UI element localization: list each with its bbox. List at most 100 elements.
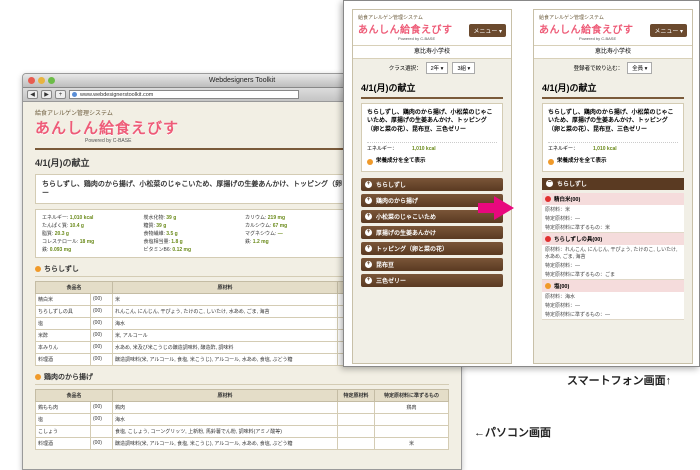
grade-select[interactable]: 2年 ▾ xyxy=(425,62,449,74)
nutrition-item: ビタミンB6: 0.12 mg xyxy=(144,246,240,253)
table-cell: 塩 xyxy=(35,317,91,331)
dish-button[interactable]: + トッピング（卵と菜の花） xyxy=(361,241,503,255)
nutrition-item: 食塩相当量: 1.8 g xyxy=(144,238,240,245)
minus-icon: − xyxy=(546,179,553,188)
table-cell: 水あめ, 米及び米こうじの醸造調味料, 醸造酢, 調味料 xyxy=(112,341,338,355)
logo-tagline: 給食アレルゲン管理システム xyxy=(539,15,604,21)
section-title: ちらしずし xyxy=(44,266,79,274)
section-header[interactable]: 鶏肉のから揚げ xyxy=(35,372,449,386)
table-cell: 塩 xyxy=(35,413,91,427)
nutrition-label: マグネシウム: xyxy=(245,231,278,238)
menu-button[interactable]: メニュー ▾ xyxy=(469,24,506,37)
nutrition-label: たんぱく質: xyxy=(42,223,70,230)
menu-summary: ちらしずし、鶏肉のから揚げ、小松菜のじゃこいため、厚揚げの生姜あんかけ、トッピン… xyxy=(367,110,493,133)
table-cell: 鶏もも肉 xyxy=(35,401,91,415)
table-cell xyxy=(336,401,375,415)
table-cell: 精白米 xyxy=(35,293,91,307)
plus-icon: + xyxy=(365,196,372,204)
filter-select[interactable]: 全員 ▾ xyxy=(627,62,653,74)
ingredient-name: 塩(00) xyxy=(554,283,570,290)
ingredient-material: 原材料：米 xyxy=(545,206,571,213)
nutrition-item: 食物繊維: 3.5 g xyxy=(144,230,240,237)
window-controls[interactable] xyxy=(28,77,55,84)
nutrition-label: 食物繊維: xyxy=(143,231,167,238)
dish-label: ちらしずし xyxy=(557,182,587,189)
url-input[interactable]: www.webdesignerstoolkit.com xyxy=(69,90,299,99)
school-name: 恵比寿小学校 xyxy=(353,46,511,59)
nutrition-label: ビタミンB6: xyxy=(143,247,173,254)
filter-selector: 登録者で絞り込む： 全員 ▾ xyxy=(534,59,692,77)
minimize-icon[interactable] xyxy=(38,77,45,84)
show-nutrition-label: 栄養成分を全て表示 xyxy=(376,158,426,165)
table-cell: (00) xyxy=(90,341,113,355)
plus-icon: + xyxy=(365,228,372,236)
nutrition-value: 39 g xyxy=(166,215,177,222)
plus-icon: + xyxy=(365,260,372,268)
energy-label: エネルギー： xyxy=(367,146,398,153)
dish-label: ちらしずし xyxy=(376,182,406,189)
bullet-icon xyxy=(367,159,373,166)
nutrition-item: 糖質: 39 g xyxy=(144,222,240,229)
table-cell: (00) xyxy=(90,401,113,415)
nutrition-value: 0.093 mg xyxy=(49,247,72,254)
menu-card: ちらしずし、鶏肉のから揚げ、小松菜のじゃこいため、厚揚げの生姜あんかけ、トッピン… xyxy=(361,103,503,172)
nutrition-label: カルシウム: xyxy=(245,223,273,230)
nutrition-value: 10.4 g xyxy=(69,223,84,230)
nutrition-item: たんぱく質: 10.4 g xyxy=(42,222,138,229)
nutrition-label: 糖質: xyxy=(143,223,157,230)
allergen-dot-icon xyxy=(545,235,551,242)
nutrition-value: 3.5 g xyxy=(166,231,178,238)
nutrition-value: 219 mg xyxy=(267,215,286,222)
table-cell: 米酢 xyxy=(35,329,91,343)
smartphone-frame: 給食アレルゲン管理システム あんしん給食えびす Powered by C-BAS… xyxy=(343,0,700,367)
table-cell: 料理酒 xyxy=(35,353,91,367)
plus-icon: + xyxy=(365,180,372,188)
table-cell: (00) xyxy=(90,437,113,451)
ingredient-header: 塩(00) xyxy=(542,279,684,292)
nutrition-label: 脂質: xyxy=(42,231,55,238)
menu-button[interactable]: メニュー ▾ xyxy=(650,24,687,37)
dish-label: 厚揚げの生姜あんかけ xyxy=(376,230,437,237)
add-tab-icon[interactable]: + xyxy=(55,90,66,99)
ingredient-special: 特定原材料：— xyxy=(545,302,581,309)
nutrition-item: マグネシウム: — xyxy=(245,230,341,237)
class-label: クラス選択： xyxy=(388,66,422,72)
show-nutrition-link[interactable]: 栄養成分を全て表示 xyxy=(548,158,678,166)
close-icon[interactable] xyxy=(28,77,35,84)
dish-button[interactable]: + 厚揚げの生姜あんかけ xyxy=(361,225,503,239)
table-cell: (00) xyxy=(90,293,113,307)
table-cell xyxy=(336,425,375,439)
header: 給食アレルゲン管理システム あんしん給食えびす Powered by C-BAS… xyxy=(534,10,692,46)
dish-button[interactable]: + 三色ゼリー xyxy=(361,273,503,287)
dish-list: + ちらしずし + 鶏肉のから揚げ + 小松菜のじゃこいため + 厚揚げの生姜あんかけ + トッピ… xyxy=(353,177,511,287)
dish-label: トッピング（卵と菜の花） xyxy=(376,246,449,253)
menu-card: ちらしずし、鶏肉のから揚げ、小松菜のじゃこいため、厚揚げの生姜あんかけ、トッピン… xyxy=(542,103,684,172)
maximize-icon[interactable] xyxy=(48,77,55,84)
class-select[interactable]: 3組 ▾ xyxy=(452,62,476,74)
nutrition-item: カリウム: 219 mg xyxy=(245,214,341,221)
forward-icon[interactable]: ▶ xyxy=(41,90,52,99)
nutrition-item: カルシウム: 67 mg xyxy=(245,222,341,229)
ingredient-item: 塩(00) 原材料：海水 特定原材料：— 特定原材料に準ずるもの：— xyxy=(542,279,684,320)
nutrition-item: 炭水化物: 39 g xyxy=(144,214,240,221)
dish-accordion-open[interactable]: − ちらしずし xyxy=(542,177,684,190)
ingredient-item: 精白米(00) 原材料：米 特定原材料：— 特定原材料に準ずるもの：米 xyxy=(542,192,684,233)
ingredient-special: 特定原材料：— xyxy=(545,215,581,222)
table-cell: 本みりん xyxy=(35,341,91,355)
plus-icon: + xyxy=(365,276,372,284)
table-cell: (00) xyxy=(90,317,113,331)
dish-button[interactable]: + ちらしずし xyxy=(361,177,503,191)
table-cell: れんこん, にんじん, 干ぴょう, たけのこ, しいたけ, 水あめ, ごま, 海… xyxy=(112,305,338,319)
dish-button[interactable]: + 昆布豆 xyxy=(361,257,503,271)
show-nutrition-link[interactable]: 栄養成分を全て表示 xyxy=(367,158,497,166)
back-icon[interactable]: ◀ xyxy=(27,90,38,99)
nutrition-item: 脂質: 20.3 g xyxy=(42,230,138,237)
nutrition-value: 18 mg xyxy=(79,239,95,246)
nutrition-value: 1.8 g xyxy=(171,239,183,246)
section-title: 鶏肉のから揚げ xyxy=(44,374,93,382)
table-cell xyxy=(90,425,113,439)
nutrition-value: — xyxy=(277,231,283,238)
ingredient-name: 精白米(00) xyxy=(554,196,581,203)
dish-label: 昆布豆 xyxy=(376,262,395,269)
logo-tagline: 給食アレルゲン管理システム xyxy=(358,15,423,21)
